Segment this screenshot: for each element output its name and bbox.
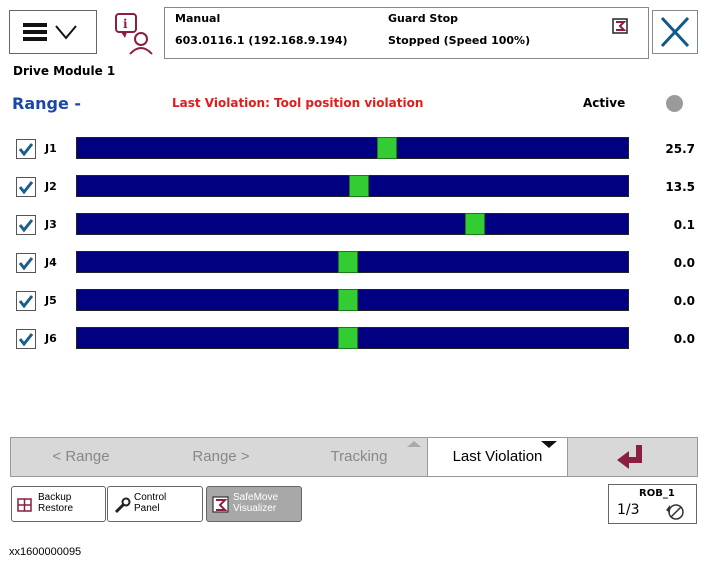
joint-range-bar xyxy=(76,251,629,273)
joint-position-marker xyxy=(338,327,358,349)
quickset-robot-button[interactable]: ROB_1 1/3 xyxy=(608,484,697,524)
return-button[interactable] xyxy=(568,438,697,476)
task-label: Backup Restore xyxy=(38,492,73,514)
operating-mode: Manual xyxy=(175,12,221,25)
joint-position-marker xyxy=(338,251,358,273)
joint-row-j5: J5 0.0 xyxy=(0,288,705,314)
joint-position-marker xyxy=(465,213,485,235)
return-arrow-icon xyxy=(616,445,642,469)
joint-value: 0.1 xyxy=(673,218,695,232)
triangle-up-icon xyxy=(407,441,421,447)
task-label-line1: Control xyxy=(134,492,167,503)
joint-label: J3 xyxy=(45,218,57,231)
violation-message: Last Violation: Tool position violation xyxy=(172,96,424,110)
task-label-line1: Backup xyxy=(38,492,72,503)
joint-row-j6: J6 0.0 xyxy=(0,326,705,352)
guard-state: Guard Stop xyxy=(388,12,459,25)
safety-status-icon xyxy=(612,18,628,34)
tab-next-range[interactable]: Range > xyxy=(151,438,291,476)
task-label-line2: Restore xyxy=(38,503,74,514)
joint-position-marker xyxy=(349,175,369,197)
tab-last-violation[interactable]: Last Violation xyxy=(428,438,568,476)
view-tab-bar: < Range Range > Tracking Last Violation xyxy=(10,437,698,477)
event-log-info-icon[interactable]: i xyxy=(113,12,155,56)
joint-value: 25.7 xyxy=(665,142,695,156)
joint-value: 0.0 xyxy=(673,332,695,346)
active-label: Active xyxy=(583,96,626,110)
svg-text:i: i xyxy=(123,17,128,31)
joint-label: J4 xyxy=(45,256,57,269)
checkmark-icon xyxy=(18,219,34,233)
task-label-line1: SafeMove xyxy=(233,492,279,503)
joint-range-bar xyxy=(76,327,629,349)
hamburger-icon xyxy=(23,23,77,41)
wrench-icon xyxy=(114,497,131,514)
joint-checkbox-j3[interactable] xyxy=(16,215,36,235)
joint-label: J1 xyxy=(45,142,57,155)
joint-range-bar xyxy=(76,137,629,159)
task-label-line2: Visualizer xyxy=(233,503,277,514)
joint-checkbox-j5[interactable] xyxy=(16,291,36,311)
checkmark-icon xyxy=(18,143,34,157)
task-safemove-visualizer[interactable]: SafeMove Visualizer xyxy=(206,486,302,522)
status-bar[interactable]: Manual 603.0116.1 (192.168.9.194) Guard … xyxy=(164,7,649,59)
joint-range-bar xyxy=(76,213,629,235)
tab-tracking[interactable]: Tracking xyxy=(291,438,428,476)
checkmark-icon xyxy=(18,295,34,309)
checkmark-icon xyxy=(18,333,34,347)
active-indicator xyxy=(666,95,683,112)
task-fraction: 1/3 xyxy=(617,502,640,518)
close-button[interactable] xyxy=(652,10,698,54)
checkmark-icon xyxy=(18,181,34,195)
joint-checkbox-j4[interactable] xyxy=(16,253,36,273)
tab-tracking-label: Tracking xyxy=(330,448,388,465)
task-control-panel[interactable]: Control Panel xyxy=(107,486,203,522)
joint-checkbox-j1[interactable] xyxy=(16,139,36,159)
joint-row-j2: J2 13.5 xyxy=(0,174,705,200)
joint-value: 0.0 xyxy=(673,294,695,308)
controller-id: 603.0116.1 (192.168.9.194) xyxy=(175,34,348,47)
task-label-line2: Panel xyxy=(134,503,160,514)
backup-icon xyxy=(17,498,32,512)
task-label: Control Panel xyxy=(134,492,166,514)
speed-state: Stopped (Speed 100%) xyxy=(388,34,531,47)
joint-position-marker xyxy=(377,137,397,159)
drive-module-label: Drive Module 1 xyxy=(13,64,116,78)
joint-row-j4: J4 0.0 xyxy=(0,250,705,276)
page-title: Range - xyxy=(12,94,82,113)
joint-checkbox-j6[interactable] xyxy=(16,329,36,349)
joint-value: 0.0 xyxy=(673,256,695,270)
task-backup-restore[interactable]: Backup Restore xyxy=(11,486,106,522)
joint-range-bar xyxy=(76,175,629,197)
main-menu-button[interactable] xyxy=(9,10,97,54)
safemove-icon xyxy=(212,496,229,513)
close-icon xyxy=(660,16,690,48)
robot-name: ROB_1 xyxy=(639,488,675,499)
tab-last-violation-label: Last Violation xyxy=(452,448,543,465)
joint-position-marker xyxy=(338,289,358,311)
checkmark-icon xyxy=(18,257,34,271)
joint-row-j1: J1 25.7 xyxy=(0,136,705,162)
joint-checkbox-j2[interactable] xyxy=(16,177,36,197)
joint-value: 13.5 xyxy=(665,180,695,194)
increment-icon xyxy=(666,504,684,520)
joint-label: J5 xyxy=(45,294,57,307)
image-caption: xx1600000095 xyxy=(9,546,82,558)
tab-previous-range[interactable]: < Range xyxy=(11,438,151,476)
joint-label: J6 xyxy=(45,332,57,345)
joint-range-bar xyxy=(76,289,629,311)
task-label: SafeMove Visualizer xyxy=(233,492,278,514)
joint-label: J2 xyxy=(45,180,57,193)
triangle-down-icon xyxy=(541,441,557,448)
joint-row-j3: J3 0.1 xyxy=(0,212,705,238)
